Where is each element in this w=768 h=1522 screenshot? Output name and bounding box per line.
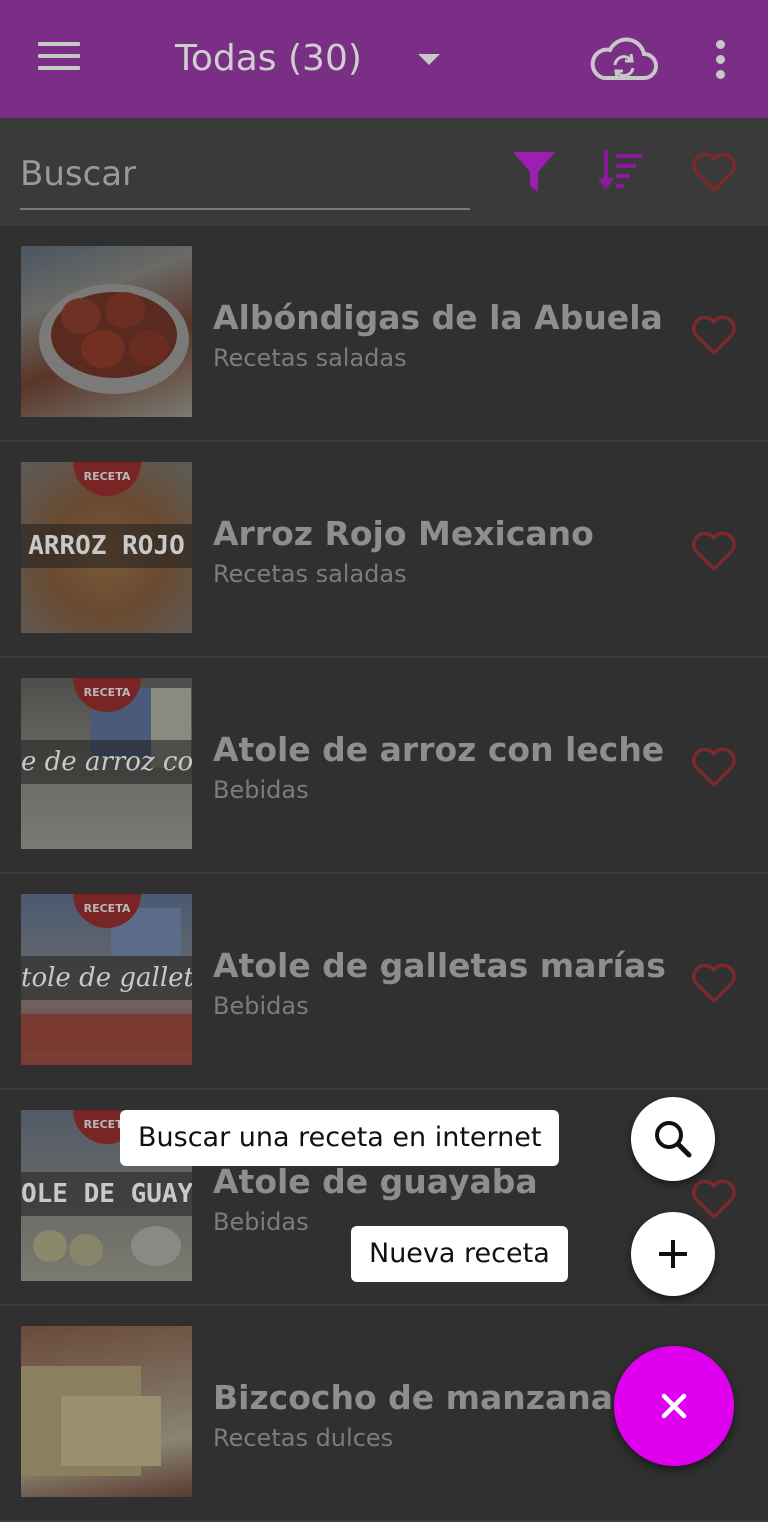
recipe-category: Bebidas bbox=[213, 1208, 309, 1236]
thumbnail-text: ARROZ ROJO bbox=[21, 524, 192, 568]
heart-outline-icon[interactable] bbox=[690, 962, 738, 1004]
search-bar bbox=[0, 118, 768, 226]
filter-icon[interactable] bbox=[510, 148, 558, 196]
recipe-name: Albóndigas de la Abuela bbox=[213, 298, 663, 337]
thumbnail-text: OLE DE GUAYA bbox=[21, 1172, 192, 1216]
recipe-thumbnail: RECETA tole de galleta bbox=[21, 894, 192, 1065]
hamburger-menu-icon[interactable] bbox=[38, 42, 80, 78]
recipe-badge: RECETA bbox=[73, 462, 141, 496]
recipe-thumbnail: RECETA e de arroz con l bbox=[21, 678, 192, 849]
new-recipe-button[interactable] bbox=[631, 1212, 715, 1296]
cloud-sync-icon[interactable] bbox=[588, 34, 658, 84]
thumbnail-text: tole de galleta bbox=[21, 956, 192, 1000]
recipe-thumbnail bbox=[21, 1326, 192, 1497]
category-dropdown-title[interactable]: Todas (30) bbox=[175, 38, 362, 79]
recipe-category: Recetas dulces bbox=[213, 1424, 394, 1452]
sort-icon[interactable] bbox=[596, 148, 644, 196]
recipe-category: Bebidas bbox=[213, 992, 309, 1020]
recipe-category: Recetas saladas bbox=[213, 344, 407, 372]
recipe-list: Albóndigas de la Abuela Recetas saladas … bbox=[0, 226, 768, 1522]
close-fab-button[interactable] bbox=[614, 1346, 734, 1466]
search-field bbox=[20, 148, 470, 210]
list-item[interactable]: RECETA tole de galleta Atole de galletas… bbox=[0, 874, 768, 1090]
recipe-name: Atole de arroz con leche bbox=[213, 730, 665, 769]
list-item[interactable]: RECETA e de arroz con l Atole de arroz c… bbox=[0, 658, 768, 874]
app-bar: Todas (30) bbox=[0, 0, 768, 118]
heart-outline-icon[interactable] bbox=[690, 314, 738, 356]
more-vert-icon[interactable] bbox=[712, 40, 728, 80]
search-input[interactable] bbox=[20, 148, 460, 200]
recipe-thumbnail bbox=[21, 246, 192, 417]
search-online-label[interactable]: Buscar una receta en internet bbox=[120, 1110, 560, 1166]
recipe-thumbnail: RECETA ARROZ ROJO bbox=[21, 462, 192, 633]
new-recipe-label[interactable]: Nueva receta bbox=[351, 1226, 568, 1282]
heart-outline-icon[interactable] bbox=[690, 530, 738, 572]
recipe-name: Atole de guayaba bbox=[213, 1162, 538, 1201]
heart-outline-icon[interactable] bbox=[690, 746, 738, 788]
close-icon bbox=[661, 1393, 687, 1419]
caret-down-icon[interactable] bbox=[418, 54, 440, 65]
recipe-category: Bebidas bbox=[213, 776, 309, 804]
heart-outline-icon[interactable] bbox=[690, 148, 738, 196]
list-item[interactable]: RECETA ARROZ ROJO Arroz Rojo Mexicano Re… bbox=[0, 442, 768, 658]
recipe-name: Atole de galletas marías bbox=[213, 946, 666, 985]
plus-icon bbox=[659, 1240, 687, 1268]
search-online-button[interactable] bbox=[631, 1097, 715, 1181]
list-item[interactable]: Albóndigas de la Abuela Recetas saladas bbox=[0, 226, 768, 442]
search-icon bbox=[655, 1121, 692, 1158]
thumbnail-text: e de arroz con l bbox=[21, 740, 192, 784]
recipe-name: Arroz Rojo Mexicano bbox=[213, 514, 594, 553]
recipe-category: Recetas saladas bbox=[213, 560, 407, 588]
recipe-name: Bizcocho de manzana bbox=[213, 1378, 613, 1417]
